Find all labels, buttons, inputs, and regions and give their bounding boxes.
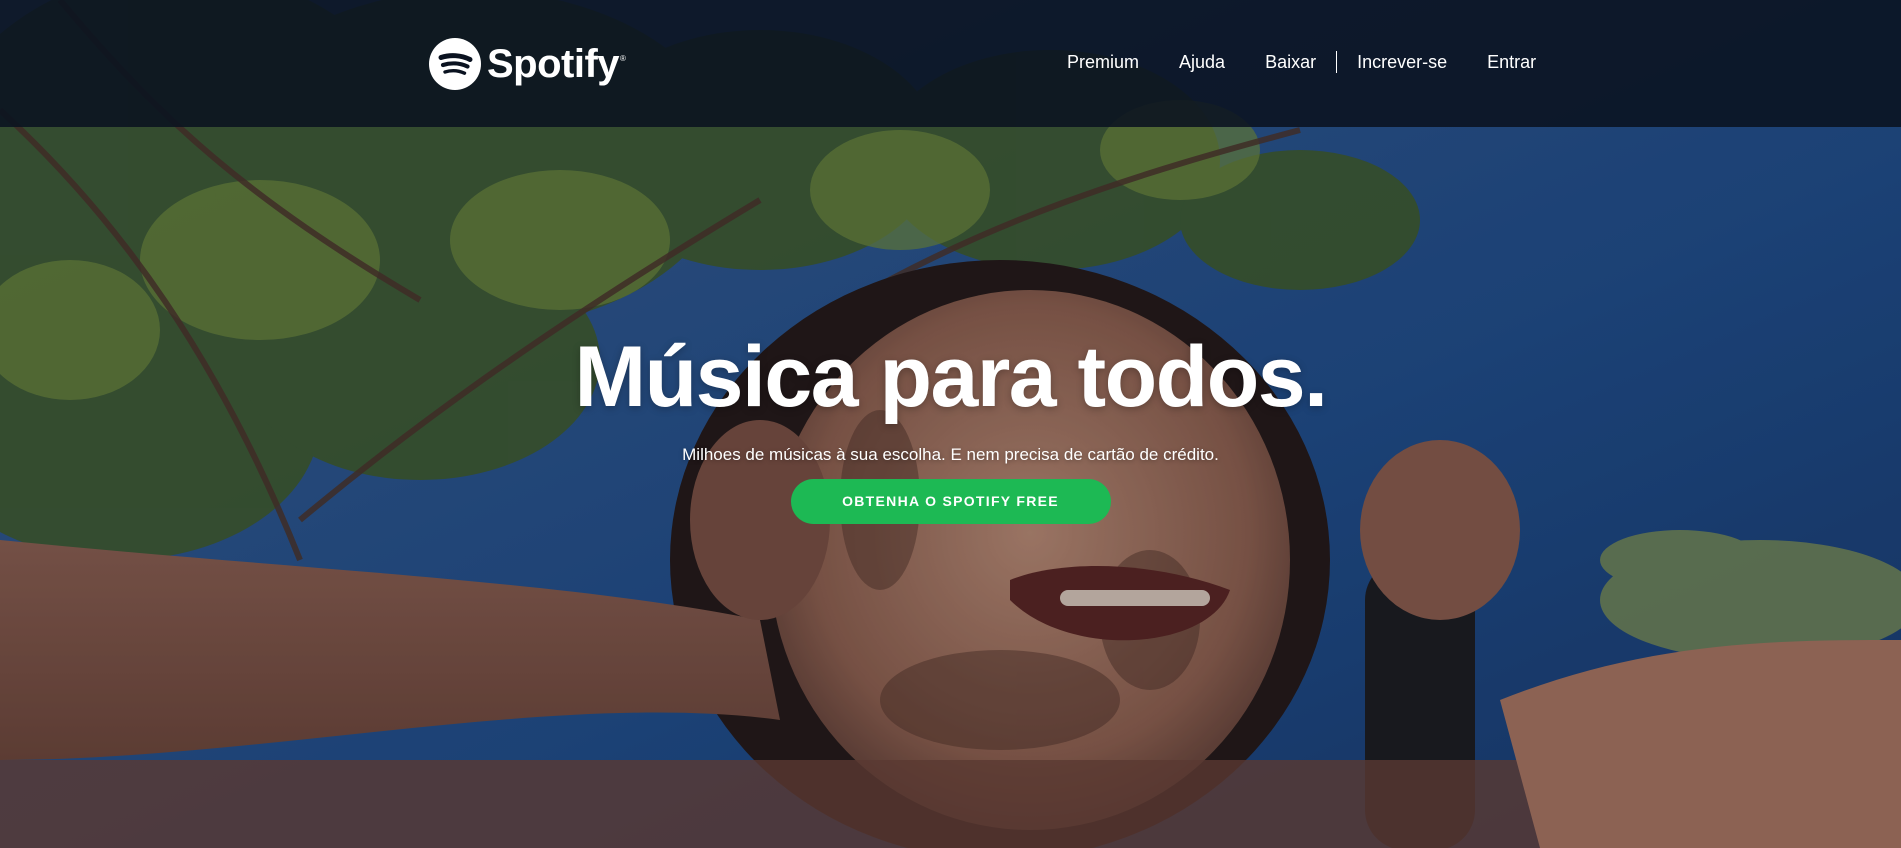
spotify-logo-icon: [429, 38, 481, 90]
nav-link-premium[interactable]: Premium: [1067, 50, 1139, 74]
hero-title: Música para todos.: [574, 329, 1328, 425]
get-spotify-free-button[interactable]: OBTENHA O SPOTIFY FREE: [790, 479, 1111, 524]
nav-link-ajuda[interactable]: Ajuda: [1179, 50, 1225, 74]
main-nav: Premium Ajuda Baixar Increver-se Entrar: [1067, 50, 1536, 74]
hero-section: Música para todos. Milhoes de músicas à …: [0, 327, 1901, 524]
nav-link-inscrever-se[interactable]: Increver-se: [1357, 50, 1447, 74]
registered-mark: ®: [620, 54, 626, 63]
nav-divider: [1336, 51, 1338, 73]
logo-wordmark: Spotify: [487, 42, 620, 86]
nav-link-entrar[interactable]: Entrar: [1487, 50, 1536, 74]
top-navigation-bar: Spotify ® Premium Ajuda Baixar Increver-…: [0, 0, 1901, 127]
nav-link-baixar[interactable]: Baixar: [1265, 50, 1316, 74]
spotify-logo-link[interactable]: Spotify ®: [429, 38, 626, 90]
hero-subtitle: Milhoes de músicas à sua escolha. E nem …: [682, 445, 1219, 464]
